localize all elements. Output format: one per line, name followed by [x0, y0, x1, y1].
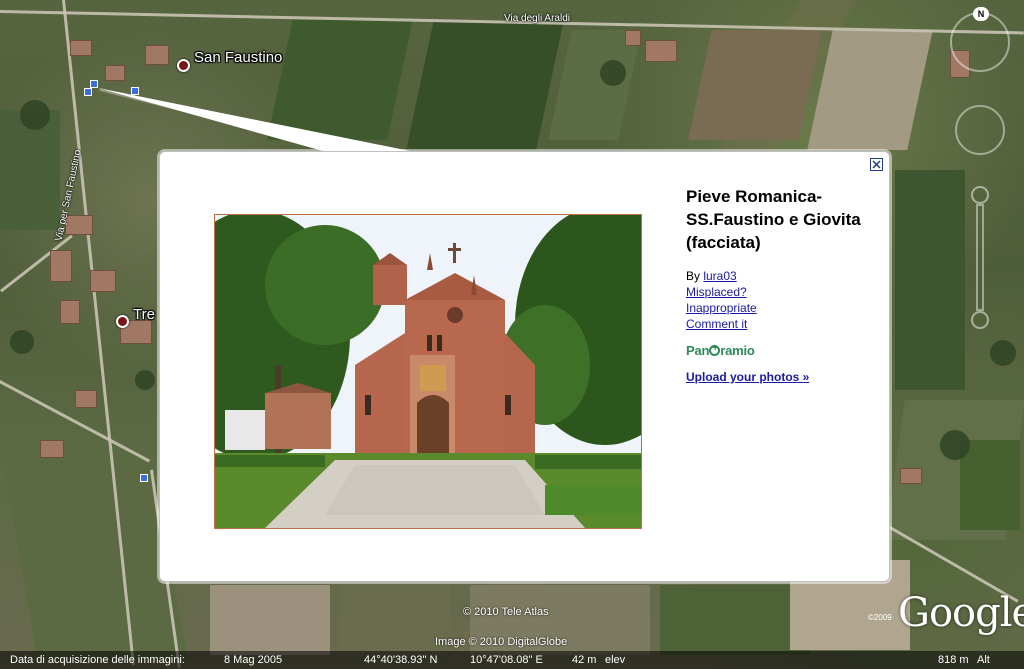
elevation-label: elev: [605, 654, 626, 666]
building: [90, 270, 116, 292]
field: [688, 30, 822, 140]
imagery-date-value: 8 Mag 2005: [224, 654, 283, 666]
panoramio-logo-text-end: ramio: [720, 343, 755, 358]
panoramio-o-icon: [709, 343, 721, 356]
photo-marker[interactable]: [131, 87, 139, 95]
field: [210, 585, 330, 655]
misplaced-link[interactable]: Misplaced?: [686, 284, 866, 300]
close-icon: [872, 160, 881, 169]
place-label-tre[interactable]: Tre: [133, 306, 155, 323]
church-photo[interactable]: [214, 214, 642, 529]
road-label-via-degli-araldi: Via degli Araldi: [504, 13, 570, 24]
field: [340, 585, 450, 655]
photo-title: Pieve Romanica-SS.Faustino e Giovita (fa…: [686, 187, 861, 252]
place-label-san-faustino[interactable]: San Faustino: [194, 49, 282, 66]
north-button[interactable]: N: [973, 7, 989, 21]
imagery-date-label: Data di acquisizione delle immagini:: [10, 654, 185, 666]
building: [70, 40, 92, 56]
building: [900, 468, 922, 484]
place-marker[interactable]: [177, 59, 190, 72]
building: [60, 300, 80, 324]
eye-altitude-label: Alt: [977, 654, 990, 666]
tree: [20, 100, 50, 130]
building: [50, 250, 72, 282]
move-joystick[interactable]: [955, 105, 1005, 155]
close-button[interactable]: [870, 158, 883, 171]
google-copyright-year: ©2009: [868, 613, 892, 622]
author-link[interactable]: lura03: [703, 269, 736, 283]
status-bar: Data di acquisizione delle immagini: 8 M…: [0, 651, 1024, 669]
latitude: 44°40'38.93" N: [364, 654, 438, 666]
tree: [135, 370, 155, 390]
info-balloon: Pieve Romanica-SS.Faustino e Giovita (fa…: [159, 151, 890, 582]
building: [105, 65, 125, 81]
building: [645, 40, 677, 62]
field: [548, 30, 642, 140]
photo-marker[interactable]: [140, 474, 148, 482]
inappropriate-link[interactable]: Inappropriate: [686, 300, 866, 316]
field: [807, 30, 933, 150]
zoom-slider[interactable]: [970, 185, 990, 330]
photo-info: Pieve Romanica-SS.Faustino e Giovita (fa…: [686, 185, 866, 384]
photo-marker[interactable]: [84, 88, 92, 96]
field: [960, 440, 1020, 530]
upload-photos-link[interactable]: Upload your photos »: [686, 370, 866, 384]
tree: [10, 330, 34, 354]
tele-atlas-attribution: © 2010 Tele Atlas: [463, 606, 549, 618]
panoramio-logo[interactable]: Pan ramio: [686, 343, 866, 358]
building: [40, 440, 64, 458]
comment-link[interactable]: Comment it: [686, 316, 866, 332]
longitude: 10°47'08.08" E: [470, 654, 543, 666]
compass-ring[interactable]: [950, 12, 1010, 72]
field: [267, 20, 413, 140]
church-photo-image: [215, 215, 641, 528]
zoom-in-icon[interactable]: [971, 186, 989, 204]
google-logo: Google: [898, 590, 1024, 636]
elevation: 42 m: [572, 654, 597, 666]
zoom-track[interactable]: [976, 204, 984, 311]
author-line: By lura03: [686, 268, 866, 284]
tree: [600, 60, 626, 86]
building: [145, 45, 169, 65]
tree: [990, 340, 1016, 366]
field: [406, 20, 564, 150]
field: [660, 585, 810, 655]
field: [895, 170, 965, 390]
eye-altitude: 818 m: [938, 654, 969, 666]
tree: [940, 430, 970, 460]
panoramio-logo-text-start: Pan: [686, 343, 710, 358]
zoom-out-icon[interactable]: [971, 311, 989, 329]
digitalglobe-attribution: Image © 2010 DigitalGlobe: [435, 636, 568, 648]
building: [625, 30, 641, 46]
place-marker[interactable]: [116, 315, 129, 328]
photo-marker[interactable]: [90, 80, 98, 88]
building: [75, 390, 97, 408]
by-prefix: By: [686, 269, 704, 283]
